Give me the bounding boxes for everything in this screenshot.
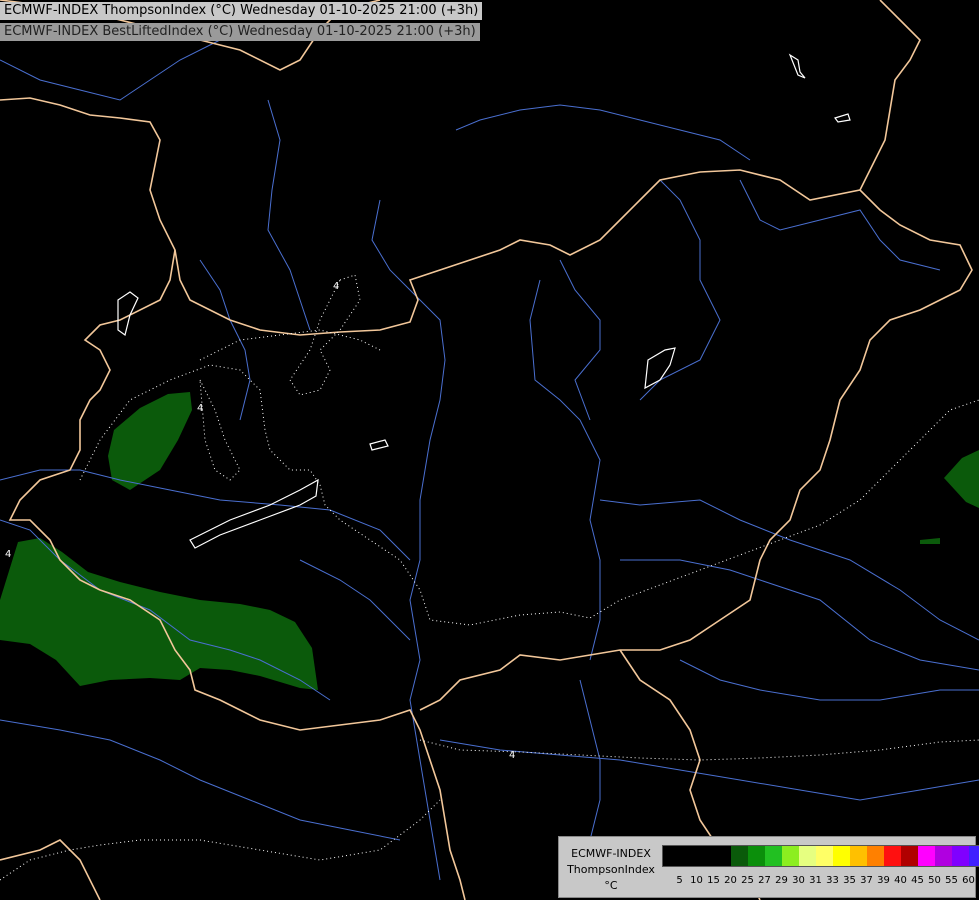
legend-tick-label: 60 <box>962 875 975 886</box>
legend-swatch <box>952 846 969 866</box>
legend-swatch <box>731 846 748 866</box>
legend-tick-label: 5 <box>676 875 683 886</box>
legend-tick-label: 27 <box>758 875 771 886</box>
legend-tick-label: 30 <box>792 875 805 886</box>
legend-swatch <box>714 846 731 866</box>
legend-swatches <box>662 845 979 867</box>
legend-tick-label: 20 <box>724 875 737 886</box>
legend-tick-label: 33 <box>826 875 839 886</box>
legend-tick-label: 50 <box>928 875 941 886</box>
legend-tick-label: 40 <box>894 875 907 886</box>
legend-tick-label: 55 <box>945 875 958 886</box>
weather-map: 4 4 4 4 <box>0 0 979 900</box>
legend-model-label: ECMWF-INDEX <box>571 847 651 860</box>
legend-swatch <box>850 846 867 866</box>
legend-swatch <box>748 846 765 866</box>
legend-ticks: 5 10 15 20 25 27 29 30 31 33 35 37 39 40 45 50 55 60 <box>671 875 977 887</box>
contour-label: 4 <box>333 281 339 292</box>
legend-swatch <box>799 846 816 866</box>
map-title-primary: ECMWF-INDEX ThompsonIndex (°C) Wednesday… <box>0 2 483 20</box>
legend-swatch <box>680 846 697 866</box>
legend-tick-label: 15 <box>707 875 720 886</box>
legend-tick-label: 45 <box>911 875 924 886</box>
legend-swatch <box>833 846 850 866</box>
contour-label: 4 <box>5 549 11 560</box>
legend-tick-label: 39 <box>877 875 890 886</box>
legend-swatch <box>918 846 935 866</box>
legend-swatch <box>884 846 901 866</box>
legend-swatch <box>697 846 714 866</box>
legend-tick-label: 10 <box>690 875 703 886</box>
legend-swatch <box>901 846 918 866</box>
color-legend: ECMWF-INDEX ThompsonIndex °C 5 10 15 20 25 27… <box>558 836 979 898</box>
legend-param-label: ThompsonIndex <box>567 863 655 876</box>
legend-tick-label: 25 <box>741 875 754 886</box>
legend-tick-label: 31 <box>809 875 822 886</box>
legend-swatch <box>935 846 952 866</box>
legend-swatch <box>969 846 979 866</box>
legend-tick-label: 29 <box>775 875 788 886</box>
legend-swatch <box>765 846 782 866</box>
legend-swatch <box>663 846 680 866</box>
legend-swatch <box>867 846 884 866</box>
map-title-secondary: ECMWF-INDEX BestLiftedIndex (°C) Wednesd… <box>0 23 480 41</box>
legend-tick-label: 35 <box>843 875 856 886</box>
contour-label: 4 <box>509 750 515 761</box>
legend-tick-label: 37 <box>860 875 873 886</box>
legend-unit-label: °C <box>604 879 618 892</box>
contour-label: 4 <box>197 403 203 414</box>
legend-swatch <box>816 846 833 866</box>
legend-swatch <box>782 846 799 866</box>
